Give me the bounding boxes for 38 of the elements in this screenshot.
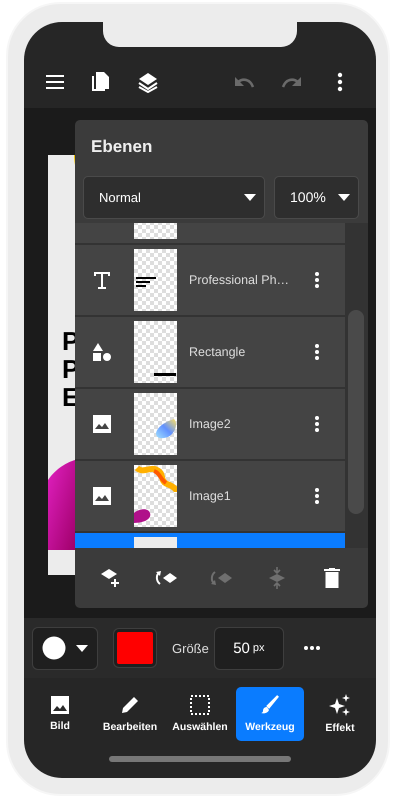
scrollbar[interactable] (348, 310, 364, 514)
panel-title: Ebenen (90, 136, 154, 158)
size-field[interactable]: 50 px (214, 626, 284, 670)
circle-icon (42, 636, 66, 660)
layer-row[interactable]: Rectangle (75, 316, 345, 387)
pencil-icon (120, 695, 140, 715)
layer-name: Professional Ph… (189, 272, 290, 287)
layer-row[interactable]: Professional Ph… (75, 244, 345, 315)
layer-name: Image1 (189, 488, 232, 503)
nav-tab[interactable]: Auswählen (166, 687, 234, 741)
brush-shape-dropdown[interactable] (32, 626, 98, 670)
layer-row[interactable]: Image1 (75, 460, 345, 531)
blend-mode-dropdown[interactable]: Normal (83, 176, 265, 219)
layer-thumbnail (134, 320, 177, 383)
selection-icon (190, 695, 210, 715)
layer-name: Rectangle (189, 344, 246, 359)
nav-tab[interactable]: Werkzeug (236, 687, 304, 741)
brush-icon (260, 695, 280, 715)
caret-icon (338, 194, 350, 201)
nav-tab[interactable]: Bild (26, 687, 94, 741)
shapes-icon (93, 342, 111, 361)
layer-row[interactable]: Image2 (75, 388, 345, 459)
caret-icon (76, 644, 88, 652)
opacity-dropdown[interactable]: 100% (274, 176, 359, 219)
layer-thumbnail (134, 248, 177, 311)
layer-thumbnail (134, 464, 177, 527)
caret-icon (244, 194, 256, 201)
nav-tab[interactable]: Effekt (306, 687, 374, 741)
size-label: Größe (172, 640, 209, 656)
image-icon (51, 696, 69, 714)
nav-tab[interactable]: Bearbeiten (96, 687, 164, 741)
color-swatch[interactable] (114, 629, 156, 667)
image-icon (93, 486, 111, 505)
layer-name: Image2 (189, 416, 232, 431)
sparkle-icon (329, 694, 351, 716)
layer-thumbnail (134, 392, 177, 455)
image-icon (93, 414, 111, 433)
text-icon (93, 270, 111, 289)
